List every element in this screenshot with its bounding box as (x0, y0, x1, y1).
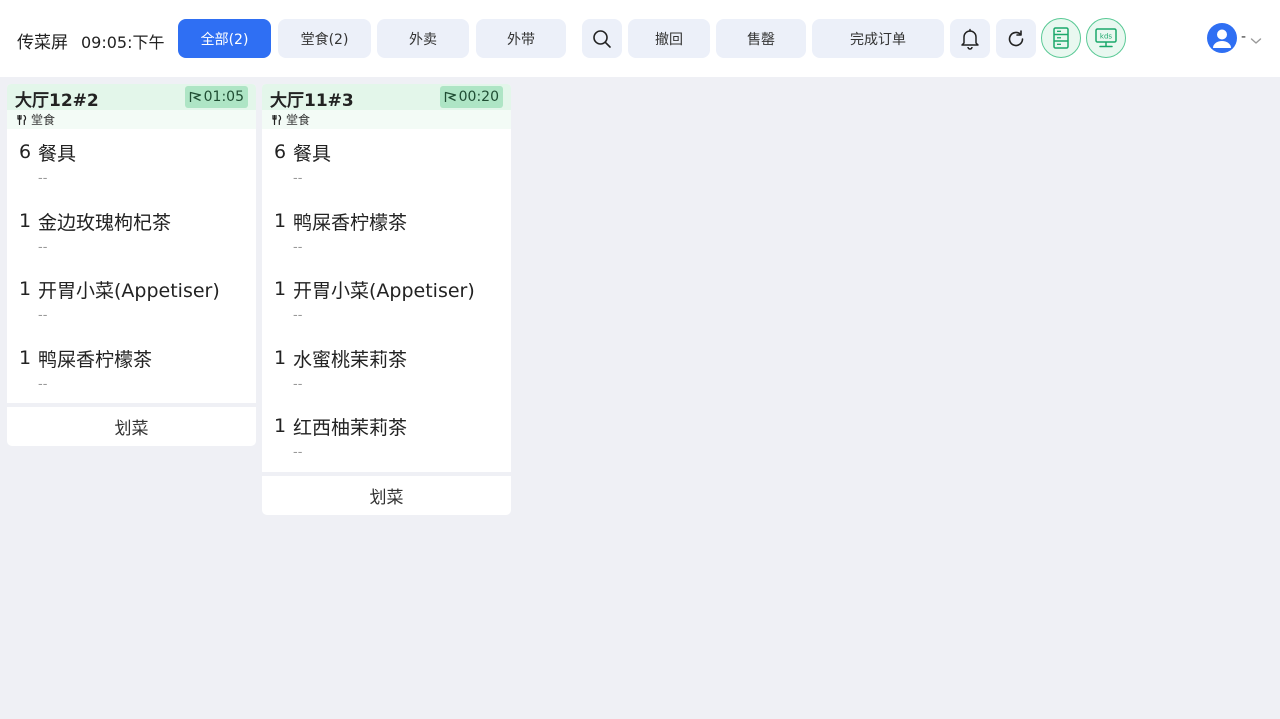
list-item: 6 餐具 -- (262, 129, 511, 198)
filter-tab-all[interactable]: 全部(2) (178, 19, 271, 58)
list-item: 1 红西柚茉莉茶 -- (262, 403, 511, 472)
kds-button[interactable]: kds (1086, 18, 1126, 58)
filter-tab-takeaway[interactable]: 外带 (476, 19, 566, 58)
order-card: 大厅11#3 00:20 堂食 6 餐具 -- 1 鸭屎香柠檬茶 -- 1 开胃… (262, 84, 511, 515)
search-icon (593, 29, 611, 48)
item-name: 餐具 (38, 143, 77, 165)
item-quantity: 1 (274, 415, 287, 438)
item-note: -- (293, 376, 303, 392)
order-card-header: 大厅12#2 01:05 (7, 84, 256, 111)
item-name: 水蜜桃茉莉茶 (293, 348, 408, 371)
item-name: 红西柚茉莉茶 (293, 417, 408, 440)
list-item: 1 开胃小菜(Appetiser) -- (7, 266, 256, 335)
item-quantity: 6 (19, 141, 32, 163)
kds-monitor-icon: kds (1095, 28, 1117, 48)
item-quantity: 1 (274, 278, 287, 301)
utensils-icon (272, 114, 282, 125)
utensils-icon (17, 114, 27, 125)
complete-order-button[interactable]: 完成订单 (812, 19, 944, 58)
undo-button[interactable]: 撤回 (628, 19, 710, 58)
flag-icon (444, 91, 456, 102)
item-name: 鸭屎香柠檬茶 (293, 211, 408, 234)
filter-tab-delivery[interactable]: 外卖 (377, 19, 469, 58)
item-quantity: 1 (19, 346, 32, 369)
serve-dish-button[interactable]: 划菜 (7, 407, 256, 447)
item-name: 金边玫瑰枸杞茶 (38, 211, 172, 234)
kds-label: kds (1100, 33, 1112, 41)
list-item: 1 鸭屎香柠檬茶 -- (7, 335, 256, 404)
item-note: -- (38, 376, 48, 392)
item-quantity: 1 (19, 209, 32, 232)
table-name: 大厅12#2 (15, 91, 99, 111)
list-item: 1 金边玫瑰枸杞茶 -- (7, 198, 256, 267)
serve-dish-button[interactable]: 划菜 (262, 475, 511, 515)
timer-value: 01:05 (203, 89, 244, 105)
bell-icon (961, 28, 979, 50)
item-quantity: 1 (274, 346, 287, 369)
refresh-button[interactable] (996, 19, 1036, 58)
item-note: -- (293, 308, 303, 324)
item-quantity: 1 (274, 209, 287, 232)
item-name: 餐具 (293, 143, 332, 165)
item-note: -- (38, 239, 48, 255)
item-quantity: 6 (274, 141, 287, 163)
notification-button[interactable] (950, 19, 990, 58)
list-item: 1 鸭屎香柠檬茶 -- (262, 198, 511, 267)
list-item: 1 水蜜桃茉莉茶 -- (262, 335, 511, 404)
list-item: 6 餐具 -- (7, 129, 256, 198)
printer-button[interactable] (1041, 18, 1081, 58)
order-type: 堂食 (262, 110, 511, 129)
order-type-label: 堂食 (31, 113, 56, 127)
item-note: -- (38, 171, 48, 186)
item-quantity: 1 (19, 278, 32, 301)
printer-icon (1053, 27, 1069, 49)
sold-out-button[interactable]: 售罄 (716, 19, 806, 58)
order-card: 大厅12#2 01:05 堂食 6 餐具 -- 1 金边玫瑰枸杞茶 -- 1 开… (7, 84, 256, 447)
item-note: -- (293, 239, 303, 255)
app-title: 传菜屏 (17, 33, 68, 53)
user-menu-toggle[interactable] (1250, 31, 1262, 50)
order-timer: 00:20 (439, 86, 503, 108)
user-name[interactable]: - (1241, 29, 1246, 45)
chevron-down-icon (1250, 38, 1262, 44)
avatar[interactable] (1207, 23, 1237, 53)
item-note: -- (293, 171, 303, 186)
table-name: 大厅11#3 (270, 91, 354, 111)
item-name: 开胃小菜(Appetiser) (293, 280, 475, 303)
flag-icon (189, 91, 201, 102)
order-card-header: 大厅11#3 00:20 (262, 84, 511, 111)
list-item: 1 开胃小菜(Appetiser) -- (262, 266, 511, 335)
item-note: -- (38, 308, 48, 324)
clock: 09:05:下午 (81, 33, 165, 52)
order-timer: 01:05 (184, 86, 248, 108)
item-note: -- (293, 445, 303, 461)
top-bar: 传菜屏 09:05:下午 全部(2) 堂食(2) 外卖 外带 撤回 售罄 完成订… (0, 0, 1280, 77)
user-icon (1213, 29, 1231, 48)
item-name: 开胃小菜(Appetiser) (38, 280, 220, 303)
filter-tab-dine-in[interactable]: 堂食(2) (278, 19, 371, 58)
item-name: 鸭屎香柠檬茶 (38, 348, 153, 371)
timer-value: 00:20 (458, 89, 499, 105)
refresh-icon (1008, 29, 1024, 46)
search-button[interactable] (582, 19, 622, 58)
order-type-label: 堂食 (286, 113, 311, 127)
order-type: 堂食 (7, 110, 256, 129)
